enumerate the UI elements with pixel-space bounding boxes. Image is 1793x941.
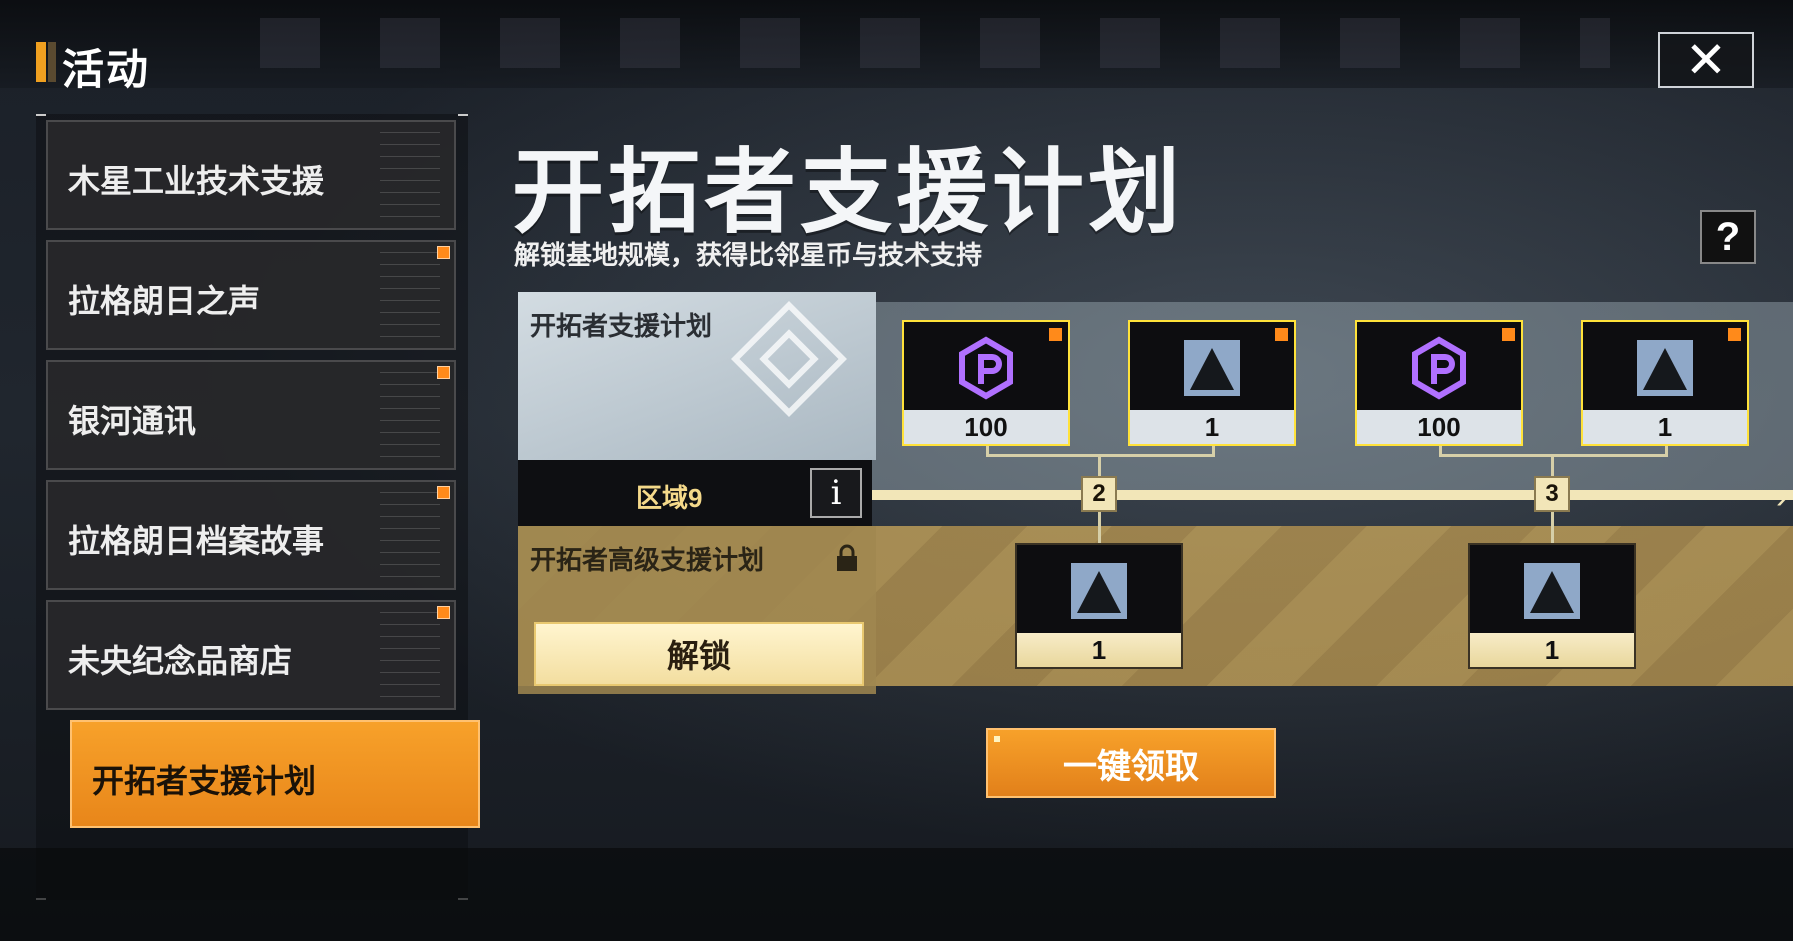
sidebar-item-label: 木星工业技术支援 — [68, 163, 325, 199]
unlock-label: 解锁 — [666, 638, 731, 674]
reward-slot[interactable]: 1 — [1581, 320, 1749, 446]
proxima-coin-icon — [959, 336, 1013, 400]
notification-badge — [437, 606, 450, 619]
item-decoration — [380, 492, 440, 578]
sidebar-item-label: 开拓者支援计划 — [92, 763, 317, 799]
sidebar-item-lagrange-archive[interactable]: 拉格朗日档案故事 — [46, 480, 456, 590]
item-decoration — [380, 372, 440, 458]
notification-badge — [1728, 328, 1741, 341]
bottom-strip — [0, 848, 1793, 941]
lock-icon — [837, 544, 857, 571]
track-arrow-icon[interactable]: › — [1776, 478, 1787, 517]
reward-slot[interactable]: 1 — [1128, 320, 1296, 446]
proxima-coin-icon — [1412, 336, 1466, 400]
item-decoration — [380, 132, 440, 218]
close-button[interactable]: ✕ — [1658, 32, 1754, 88]
sidebar-item-label: 未央纪念品商店 — [68, 643, 293, 679]
sidebar-corner-mark — [458, 114, 468, 116]
close-icon: ✕ — [1685, 32, 1727, 88]
level-node: 2 — [1081, 476, 1117, 512]
connector-line — [1551, 512, 1554, 544]
sidebar-item-label: 拉格朗日档案故事 — [68, 523, 325, 559]
connector-line — [1098, 512, 1101, 544]
reward-count: 1 — [1470, 633, 1634, 667]
notification-badge — [1049, 328, 1062, 341]
sidebar-item-pioneer-support[interactable]: 开拓者支援计划 — [70, 720, 480, 828]
title-accent-bar — [36, 42, 46, 82]
top-bar-decoration — [260, 18, 1610, 68]
reward-slot[interactable]: 1 — [1468, 543, 1636, 669]
notification-badge — [437, 246, 450, 259]
reward-count: 1 — [1017, 633, 1181, 667]
free-tier-label: 开拓者支援计划 — [530, 311, 713, 341]
reward-slot[interactable]: 100 — [902, 320, 1070, 446]
button-spark — [994, 736, 1000, 742]
level-node: 3 — [1534, 476, 1570, 512]
reward-count: 100 — [904, 410, 1068, 444]
reward-count: 1 — [1583, 410, 1747, 444]
claim-all-label: 一键领取 — [1063, 747, 1199, 786]
tech-pyramid-icon — [1184, 340, 1240, 396]
sidebar-item-lagrange-voice[interactable]: 拉格朗日之声 — [46, 240, 456, 350]
sidebar-item-label: 拉格朗日之声 — [68, 283, 261, 319]
progress-track — [870, 490, 1793, 500]
page-title: 活动 — [62, 46, 151, 93]
tech-pyramid-icon — [1071, 563, 1127, 619]
reward-slot[interactable]: 100 — [1355, 320, 1523, 446]
sidebar-item-label: 银河通讯 — [68, 403, 197, 439]
notification-badge — [1275, 328, 1288, 341]
sidebar-item-galaxy-news[interactable]: 银河通讯 — [46, 360, 456, 470]
claim-all-button[interactable]: 一键领取 — [986, 728, 1276, 798]
help-button[interactable]: ? — [1700, 210, 1756, 264]
reward-count: 1 — [1130, 410, 1294, 444]
tech-pyramid-icon — [1524, 563, 1580, 619]
zone-label: 区域9 — [636, 483, 703, 513]
reward-count: 100 — [1357, 410, 1521, 444]
notification-badge — [437, 366, 450, 379]
question-icon: ? — [1715, 214, 1741, 259]
free-tier-panel: 开拓者支援计划 — [518, 292, 876, 460]
sidebar-item-weiyang-shop[interactable]: 未央纪念品商店 — [46, 600, 456, 710]
reward-slot[interactable]: 1 — [1015, 543, 1183, 669]
notification-badge — [1502, 328, 1515, 341]
unlock-button[interactable]: 解锁 — [534, 622, 864, 686]
top-bar — [0, 0, 1793, 88]
info-button[interactable]: i — [810, 468, 862, 518]
event-title: 开拓者支援计划 — [512, 142, 1185, 244]
item-decoration — [380, 612, 440, 698]
tech-pyramid-icon — [1637, 340, 1693, 396]
sidebar-corner-mark — [36, 114, 46, 116]
title-accent-bar-dark — [48, 42, 56, 82]
sidebar-item-jupiter-industry[interactable]: 木星工业技术支援 — [46, 120, 456, 230]
item-decoration — [380, 252, 440, 338]
premium-tier-label: 开拓者高级支援计划 — [530, 545, 765, 575]
event-subtitle: 解锁基地规模，获得比邻星币与技术支持 — [514, 240, 983, 270]
info-icon: i — [830, 473, 842, 513]
notification-badge — [437, 486, 450, 499]
